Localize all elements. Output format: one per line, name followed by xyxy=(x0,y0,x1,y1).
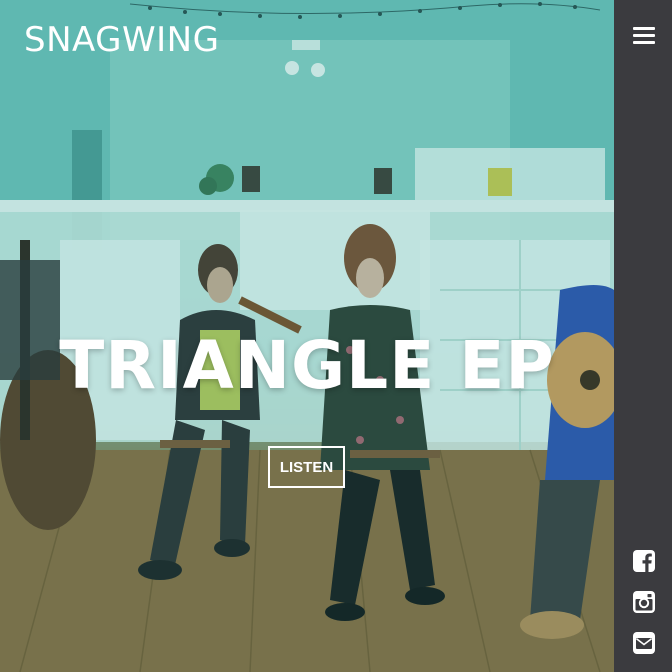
instagram-icon[interactable] xyxy=(632,590,656,614)
site-logo[interactable]: SNAGWING xyxy=(24,20,219,60)
listen-button[interactable]: LISTEN xyxy=(268,446,345,488)
hero-headline: TRIANGLE EP xyxy=(59,327,555,404)
hamburger-menu-icon[interactable] xyxy=(619,20,667,52)
page: SNAGWING TRIANGLE EP LISTEN xyxy=(0,0,672,672)
email-icon[interactable] xyxy=(632,631,656,655)
facebook-icon[interactable] xyxy=(632,549,656,573)
hero-section: SNAGWING TRIANGLE EP LISTEN xyxy=(0,0,614,672)
